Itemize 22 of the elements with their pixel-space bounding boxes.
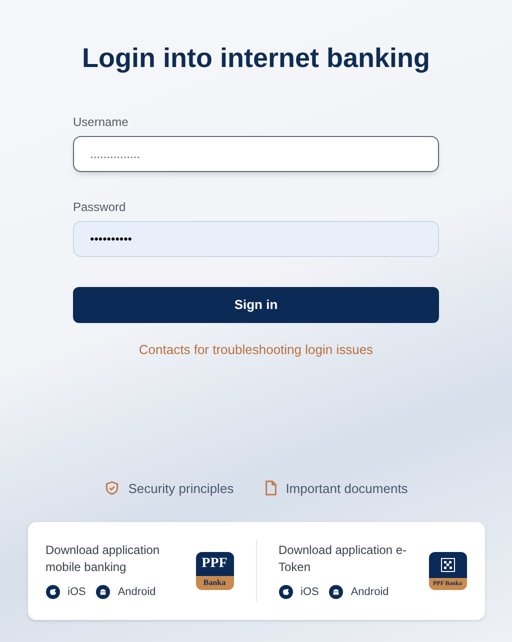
sign-in-button[interactable]: Sign in (73, 286, 439, 322)
apple-icon (46, 585, 60, 599)
page-title: Login into internet banking (82, 42, 430, 75)
field-label: Username (73, 114, 130, 130)
footer-link[interactable]: Important documents (264, 478, 408, 498)
apple-icon (278, 585, 292, 599)
footer-link[interactable]: Security principles (104, 478, 234, 498)
android-icon (96, 585, 110, 599)
app-logo: PPF Banka (196, 552, 234, 590)
field-label: Password (73, 198, 127, 216)
store-link[interactable]: iOS (46, 584, 86, 600)
input-field[interactable]: •••••••••• (73, 220, 439, 256)
store-link[interactable]: Android (96, 584, 156, 600)
app-title: Download application mobile banking (46, 542, 161, 576)
input-field[interactable]: ............... (73, 136, 439, 172)
store-link[interactable]: iOS (278, 584, 319, 600)
store-link[interactable]: Android (328, 584, 389, 600)
android-icon (328, 585, 343, 599)
token-grid-icon (440, 558, 454, 572)
shield-icon (104, 480, 120, 496)
document-icon (264, 480, 278, 496)
app-title: Download application e-Token (278, 542, 408, 576)
